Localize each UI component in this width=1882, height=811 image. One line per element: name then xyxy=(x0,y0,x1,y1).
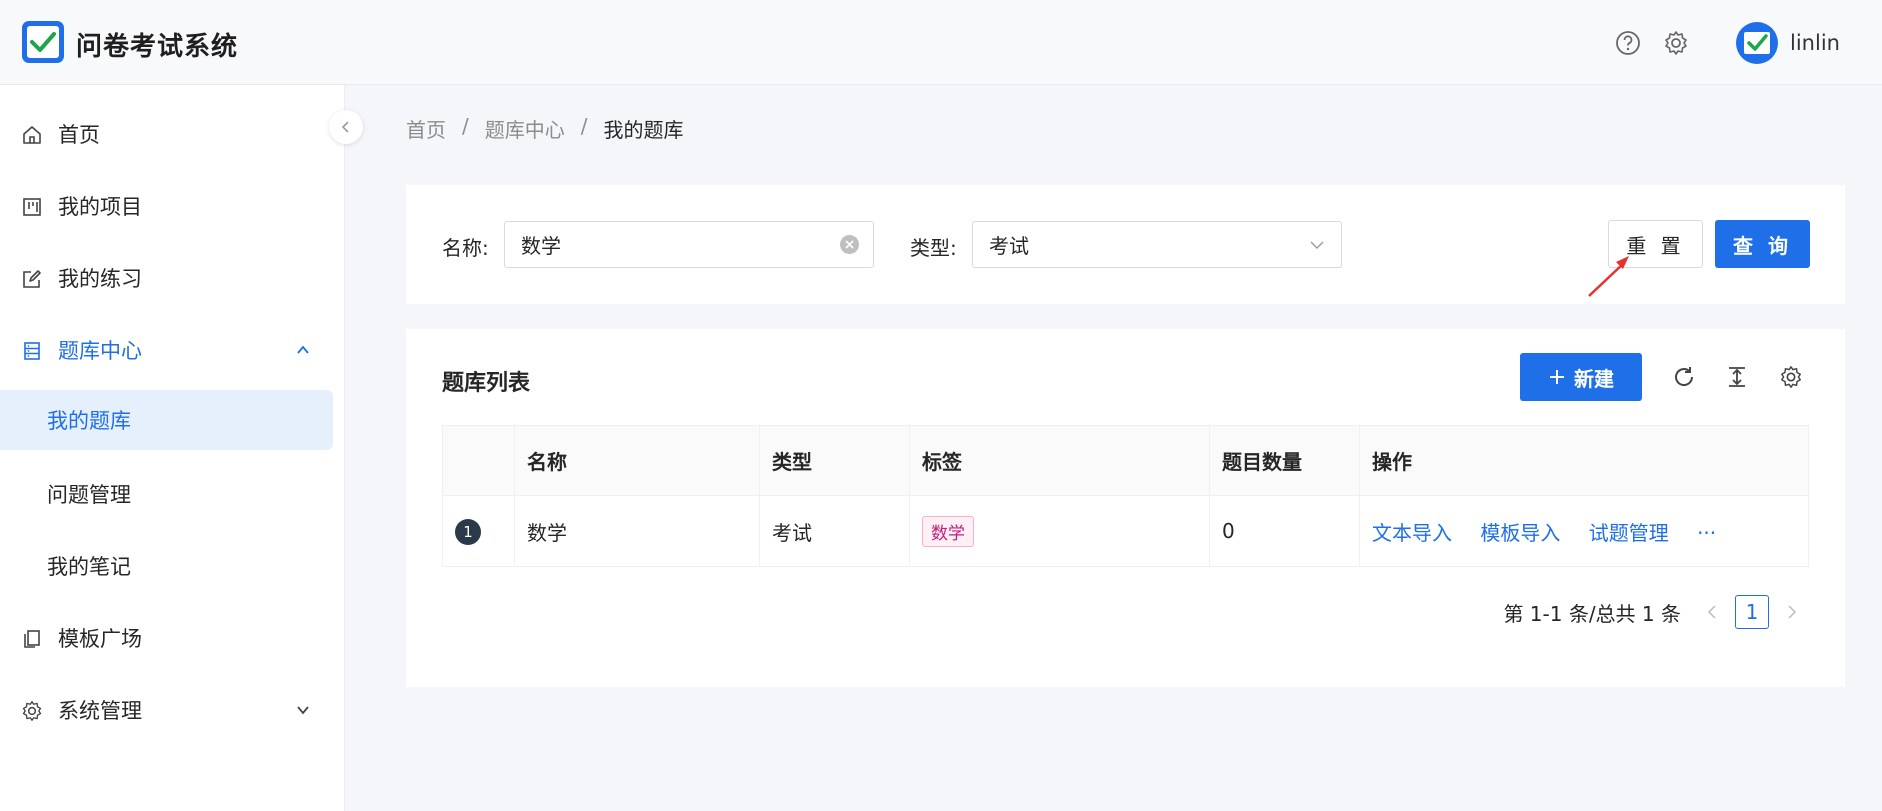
column-header-name[interactable]: 名称 xyxy=(514,425,760,496)
row-count-cell: 0 xyxy=(1209,495,1360,567)
copy-icon xyxy=(20,627,44,651)
chevron-up-icon xyxy=(295,342,311,358)
type-select-value: 考试 xyxy=(989,234,1029,258)
breadcrumb-separator: / xyxy=(462,114,469,138)
settings-icon[interactable] xyxy=(1663,30,1689,56)
row-index-badge: 1 xyxy=(455,518,481,545)
pagination: 第 1-1 条/总共 1 条 1 xyxy=(1503,595,1809,629)
sidebar-item-label: 模板广场 xyxy=(58,627,142,651)
sidebar-item-projects[interactable]: 我的项目 xyxy=(0,176,333,236)
next-page-icon[interactable] xyxy=(1781,602,1801,622)
sidebar-item-question-management[interactable]: 问题管理 xyxy=(0,464,333,524)
breadcrumb: 首页 / 题库中心 / 我的题库 xyxy=(406,114,684,143)
column-header-index xyxy=(442,425,515,496)
sidebar-item-question-bank-center[interactable]: 题库中心 xyxy=(0,320,333,380)
column-header-type[interactable]: 类型 xyxy=(759,425,910,496)
template-import-link[interactable]: 模板导入 xyxy=(1480,521,1560,545)
sidebar-item-label: 我的题库 xyxy=(47,409,131,433)
database-icon xyxy=(20,339,44,363)
sidebar-item-practice[interactable]: 我的练习 xyxy=(0,248,333,308)
query-button[interactable]: 查 询 xyxy=(1715,220,1810,268)
chevron-down-icon xyxy=(1310,241,1324,249)
sidebar-item-label: 我的项目 xyxy=(58,195,142,219)
sidebar-item-label: 我的笔记 xyxy=(47,555,131,579)
row-tag-cell: 数学 xyxy=(909,495,1210,567)
help-icon[interactable] xyxy=(1615,30,1641,56)
app-title: 问卷考试系统 xyxy=(76,32,239,62)
question-bank-table: 名称 类型 标签 题目数量 操作 1 数学 考试 数学 0 文本导入 模板导入 … xyxy=(442,425,1809,567)
breadcrumb-separator: / xyxy=(580,114,588,138)
sidebar-item-home[interactable]: 首页 xyxy=(0,104,333,164)
sidebar-item-label: 我的练习 xyxy=(58,267,142,291)
breadcrumb-center[interactable]: 题库中心 xyxy=(485,114,565,143)
column-header-count[interactable]: 题目数量 xyxy=(1209,425,1360,496)
clear-icon[interactable] xyxy=(840,235,859,254)
question-management-link[interactable]: 试题管理 xyxy=(1589,521,1669,545)
type-field-label: 类型: xyxy=(910,236,957,260)
row-index-cell: 1 xyxy=(442,495,515,567)
name-field-label: 名称: xyxy=(442,236,489,260)
new-button[interactable]: 新建 xyxy=(1520,353,1642,401)
edit-icon xyxy=(20,267,44,291)
page-number[interactable]: 1 xyxy=(1735,595,1769,629)
breadcrumb-current: 我的题库 xyxy=(603,118,684,142)
name-input[interactable]: 数学 xyxy=(504,221,874,268)
sidebar-item-label: 系统管理 xyxy=(58,699,142,723)
annotation-arrow-icon xyxy=(1588,256,1629,297)
home-icon xyxy=(20,123,44,147)
breadcrumb-home[interactable]: 首页 xyxy=(406,114,446,143)
refresh-icon[interactable] xyxy=(1671,364,1697,390)
chevron-down-icon xyxy=(295,702,311,718)
type-select[interactable]: 考试 xyxy=(972,221,1342,268)
table-settings-icon[interactable] xyxy=(1778,364,1804,390)
row-actions-cell: 文本导入 模板导入 试题管理 ··· xyxy=(1359,495,1809,567)
sidebar: 首页 我的项目 我的练习 题库中心 我的题库 问题管理 我的笔记 模板广场 系统… xyxy=(0,85,345,811)
gear-icon xyxy=(20,699,44,723)
sidebar-item-label: 题库中心 xyxy=(58,339,142,363)
table-row: 1 数学 考试 数学 0 文本导入 模板导入 试题管理 ··· xyxy=(442,495,1809,567)
chevron-left-icon xyxy=(341,121,349,133)
sidebar-item-label: 问题管理 xyxy=(47,483,131,507)
sidebar-item-my-question-bank[interactable]: 我的题库 xyxy=(0,390,333,450)
table-header-row: 名称 类型 标签 题目数量 操作 xyxy=(442,425,1809,496)
more-actions-link[interactable]: ··· xyxy=(1697,521,1716,545)
column-header-actions: 操作 xyxy=(1359,425,1809,496)
project-icon xyxy=(20,195,44,219)
username[interactable]: linlin xyxy=(1790,31,1840,55)
sidebar-collapse-button[interactable] xyxy=(329,110,363,144)
top-header: 问卷考试系统 linlin xyxy=(0,0,1882,85)
sidebar-item-my-notes[interactable]: 我的笔记 xyxy=(0,536,333,596)
sidebar-item-template-plaza[interactable]: 模板广场 xyxy=(0,608,333,668)
prev-page-icon[interactable] xyxy=(1703,602,1723,622)
new-button-label: 新建 xyxy=(1574,366,1614,391)
question-bank-list-card: 题库列表 新建 名称 类型 标签 题目数量 操作 1 数学 考试 数学 0 文本… xyxy=(406,329,1845,687)
sidebar-item-system-management[interactable]: 系统管理 xyxy=(0,680,333,740)
tag-badge: 数学 xyxy=(922,515,974,547)
name-input-value: 数学 xyxy=(521,234,561,258)
pagination-summary: 第 1-1 条/总共 1 条 xyxy=(1503,601,1681,626)
list-title: 题库列表 xyxy=(442,371,531,396)
column-header-tag[interactable]: 标签 xyxy=(909,425,1210,496)
column-height-icon[interactable] xyxy=(1724,364,1750,390)
row-name-cell: 数学 xyxy=(514,495,760,567)
row-type-cell: 考试 xyxy=(759,495,910,567)
app-logo[interactable] xyxy=(22,21,64,63)
avatar[interactable] xyxy=(1736,22,1778,64)
plus-icon xyxy=(1550,370,1564,384)
text-import-link[interactable]: 文本导入 xyxy=(1372,521,1452,545)
sidebar-item-label: 首页 xyxy=(58,123,100,147)
